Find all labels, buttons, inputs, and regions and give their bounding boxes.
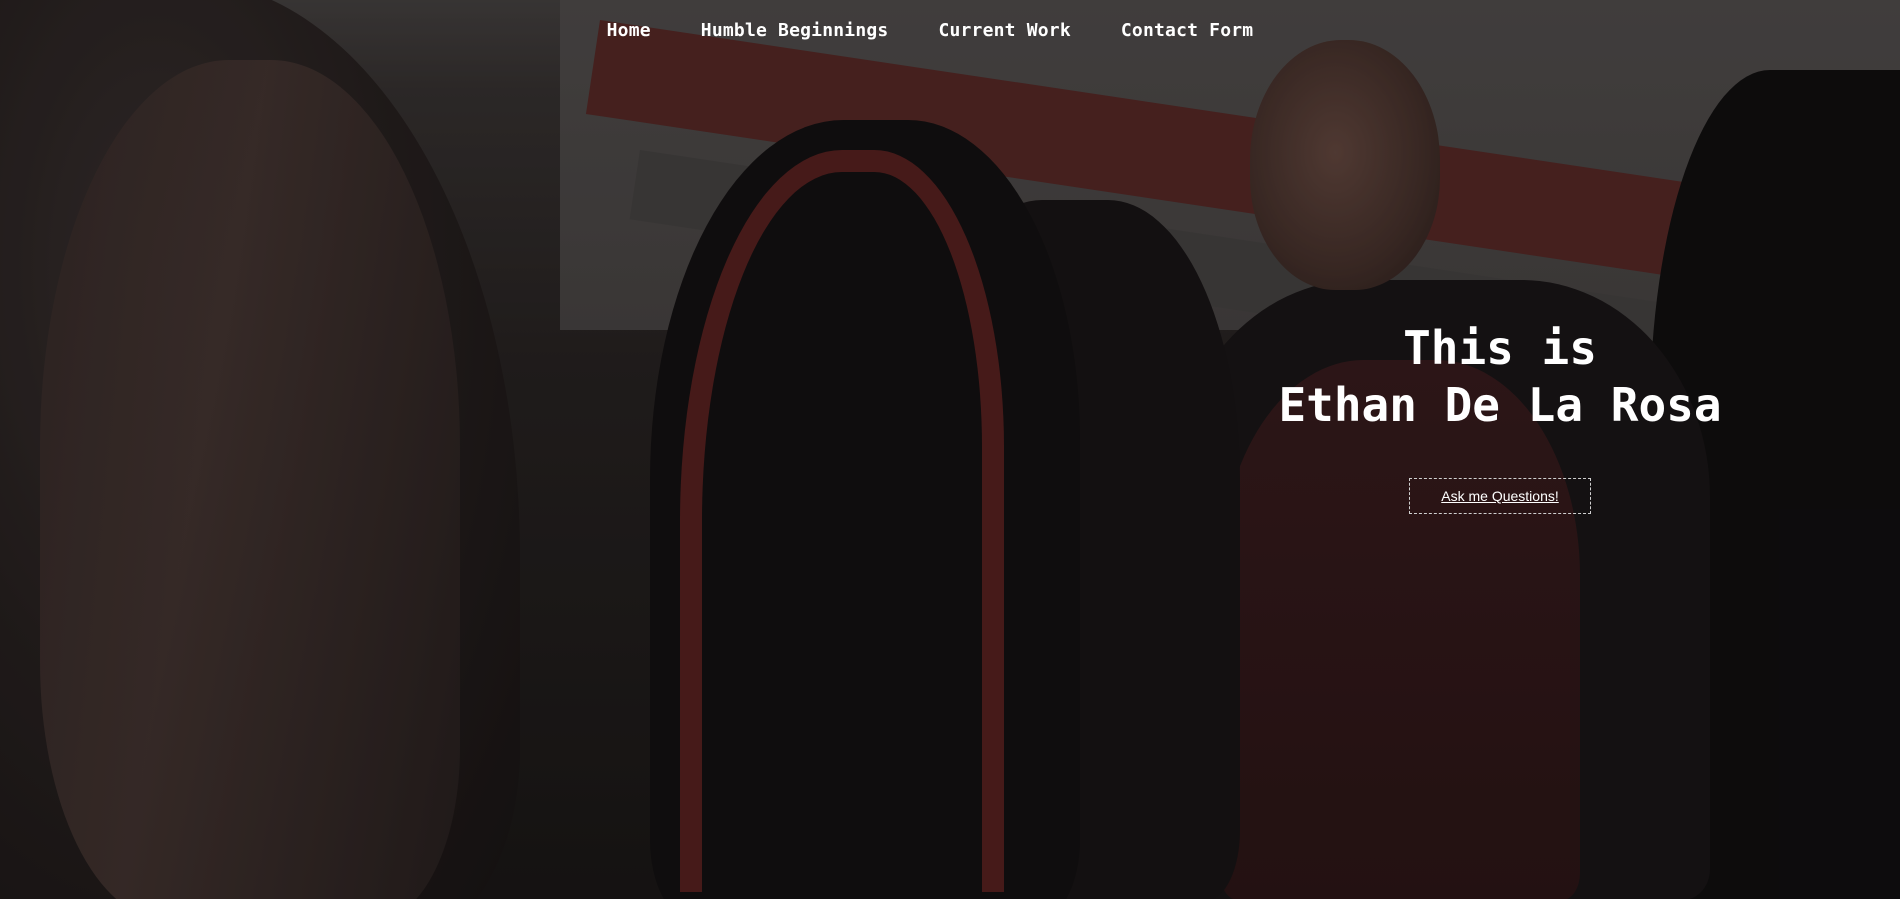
nav-link-contact-form[interactable]: Contact Form xyxy=(1121,20,1253,41)
ask-questions-button[interactable]: Ask me Questions! xyxy=(1409,478,1591,514)
hero-section: Home Humble Beginnings Current Work Cont… xyxy=(0,0,1900,899)
nav-link-humble-beginnings[interactable]: Humble Beginnings xyxy=(701,20,889,41)
nav-link-current-work[interactable]: Current Work xyxy=(938,20,1070,41)
hero-heading-line2: Ethan De La Rosa xyxy=(1278,378,1722,432)
hero-intro: This is Ethan De La Rosa Ask me Question… xyxy=(1250,320,1750,514)
nav-links: Home Humble Beginnings Current Work Cont… xyxy=(607,20,1254,41)
nav-link-home[interactable]: Home xyxy=(607,20,651,41)
hero-heading-line1: This is xyxy=(1403,321,1597,375)
hero-heading: This is Ethan De La Rosa xyxy=(1250,320,1750,434)
top-navigation: Home Humble Beginnings Current Work Cont… xyxy=(0,20,1900,41)
